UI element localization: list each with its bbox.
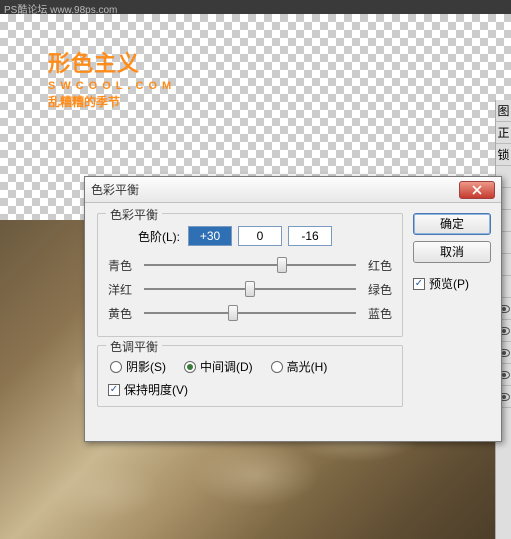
close-button[interactable] (459, 181, 495, 199)
checkbox-preview[interactable]: 预览(P) (413, 275, 491, 292)
slider-right-label: 蓝色 (364, 305, 392, 322)
group-legend: 色调平衡 (106, 338, 162, 355)
tone-balance-group: 色调平衡 阴影(S) 中间调(D) 高光(H) 保持明度(V) (97, 345, 403, 407)
radio-icon (110, 361, 122, 373)
color-balance-dialog: 色彩平衡 色彩平衡 色阶(L): 青色 红色洋红 绿色黄色 蓝色 色调平衡 阴影(S) (84, 176, 502, 442)
dialog-titlebar[interactable]: 色彩平衡 (85, 177, 501, 203)
checkbox-label: 预览(P) (429, 275, 469, 292)
radio-icon (271, 361, 283, 373)
radio-highlights[interactable]: 高光(H) (271, 358, 328, 375)
slider-track (144, 264, 356, 266)
radio-midtones[interactable]: 中间调(D) (184, 358, 253, 375)
slider-2[interactable] (144, 304, 356, 322)
radio-shadows[interactable]: 阴影(S) (110, 358, 166, 375)
panel-row: 正 (496, 122, 511, 144)
slider-row: 洋红 绿色 (108, 280, 392, 298)
checkbox-icon (413, 278, 425, 290)
slider-thumb[interactable] (228, 305, 238, 321)
dialog-title: 色彩平衡 (91, 181, 459, 198)
cancel-button[interactable]: 取消 (413, 241, 491, 263)
slider-left-label: 洋红 (108, 281, 136, 298)
watermark-line3: 乱糟糟的季节 (48, 95, 176, 111)
radio-label: 高光(H) (287, 358, 328, 375)
watermark-line2: SWCOOL.COM (48, 79, 176, 93)
slider-left-label: 黄色 (108, 305, 136, 322)
radio-label: 中间调(D) (200, 358, 253, 375)
level-input-magenta-green[interactable] (238, 226, 282, 246)
slider-row: 黄色 蓝色 (108, 304, 392, 322)
checkbox-icon (108, 384, 120, 396)
color-balance-group: 色彩平衡 色阶(L): 青色红色洋红绿色黄色蓝色 (97, 213, 403, 337)
radio-icon (184, 361, 196, 373)
slider-track (144, 312, 356, 314)
slider-thumb[interactable] (277, 257, 287, 273)
slider-0[interactable] (144, 256, 356, 274)
panel-header: 图 (496, 100, 511, 122)
close-icon (472, 185, 482, 195)
levels-label: 色阶(L): (138, 228, 180, 245)
slider-1[interactable] (144, 280, 356, 298)
watermark-line1: 形色主义 (48, 50, 176, 79)
ok-button[interactable]: 确定 (413, 213, 491, 235)
checkbox-label: 保持明度(V) (124, 381, 188, 398)
panel-row: 锁 (496, 144, 511, 166)
window-source-caption: PS酷论坛 www.98ps.com (0, 0, 511, 14)
checkbox-preserve-luminosity[interactable]: 保持明度(V) (108, 381, 392, 398)
radio-label: 阴影(S) (126, 358, 166, 375)
level-input-yellow-blue[interactable] (288, 226, 332, 246)
group-legend: 色彩平衡 (106, 206, 162, 223)
slider-left-label: 青色 (108, 257, 136, 274)
level-input-cyan-red[interactable] (188, 226, 232, 246)
slider-right-label: 绿色 (364, 281, 392, 298)
slider-thumb[interactable] (245, 281, 255, 297)
slider-row: 青色 红色 (108, 256, 392, 274)
slider-right-label: 红色 (364, 257, 392, 274)
watermark: 形色主义 SWCOOL.COM 乱糟糟的季节 (48, 50, 176, 110)
